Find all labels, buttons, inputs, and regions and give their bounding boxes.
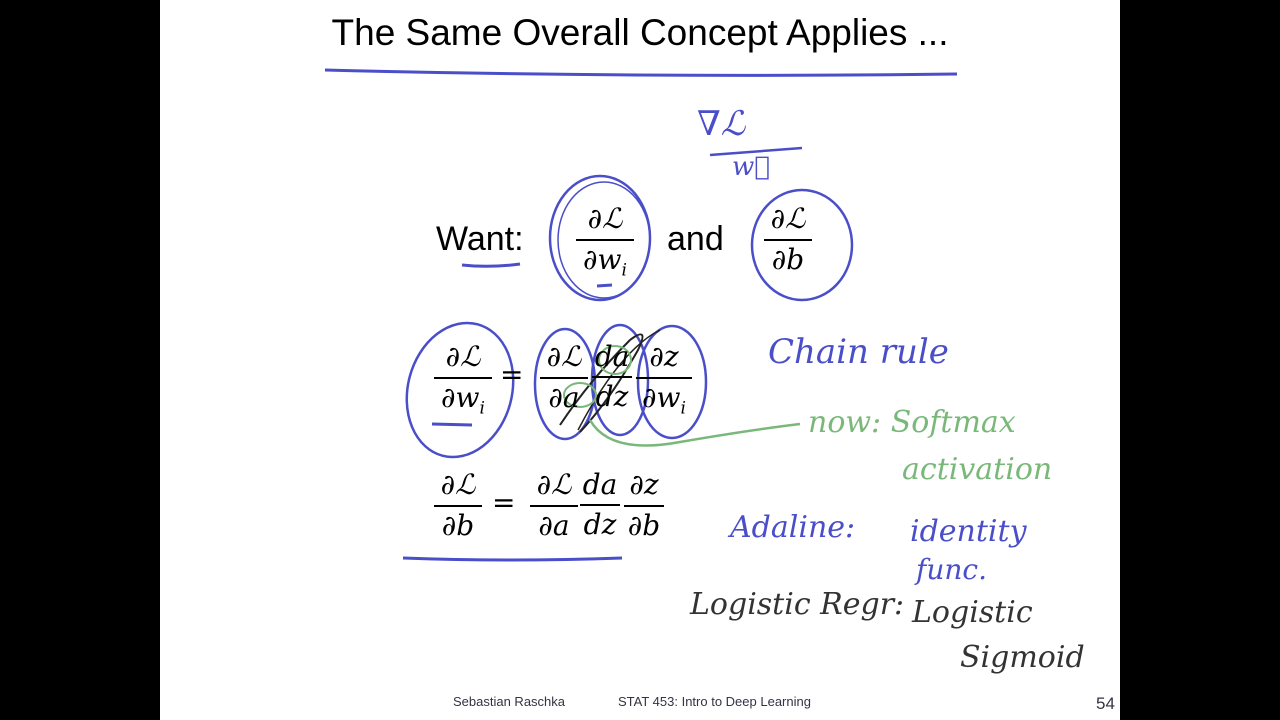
db-underline — [402, 556, 623, 562]
footer-course: STAT 453: Intro to Deep Learning — [618, 694, 811, 709]
footer-author: Sebastian Raschka — [453, 694, 566, 709]
note-now-softmax: now: Softmax — [808, 405, 1016, 440]
want-label: Want: — [436, 220, 524, 258]
note-func: func. — [916, 553, 988, 586]
and-label: and — [667, 220, 724, 258]
note-sigmoid: Sigmoid — [960, 640, 1085, 675]
want-underline — [461, 262, 521, 268]
note-logistic: Logistic — [912, 595, 1033, 630]
lhs-dL-db: ∂ℒ ∂b — [434, 468, 482, 544]
frac-dL-db: ∂ℒ ∂b — [764, 202, 812, 278]
lhs-dL-dwi: ∂ℒ ∂wi — [434, 340, 492, 425]
grad-vector: w⃗ — [732, 152, 770, 182]
frac-dL-dwi: ∂ℒ ∂wi — [576, 202, 634, 287]
rhs-dL-da: ∂ℒ ∂a — [540, 340, 588, 416]
title-underline — [324, 68, 958, 77]
note-adaline: Adaline: — [730, 510, 856, 545]
rhs-b-dL-da: ∂ℒ ∂a — [530, 468, 578, 544]
note-activation: activation — [902, 452, 1053, 487]
equals-sign-w: = — [500, 358, 524, 391]
note-identity: identity — [910, 514, 1027, 549]
note-chain-rule: Chain rule — [768, 332, 949, 372]
rhs-b-dz-db: ∂z ∂b — [624, 468, 664, 544]
equals-sign-b: = — [492, 486, 516, 519]
grad-symbol: ∇ℒ — [697, 104, 746, 144]
rhs-b-da-dz: da dz — [580, 468, 620, 542]
rhs-dz-dwi: ∂z ∂wi — [636, 340, 692, 425]
note-logistic-regr: Logistic Regr: — [690, 587, 905, 622]
rhs-da-dz: da dz — [592, 340, 632, 414]
page-number: 54 — [1096, 694, 1115, 713]
slide: The Same Overall Concept Applies ... ∇ℒ … — [160, 0, 1120, 720]
